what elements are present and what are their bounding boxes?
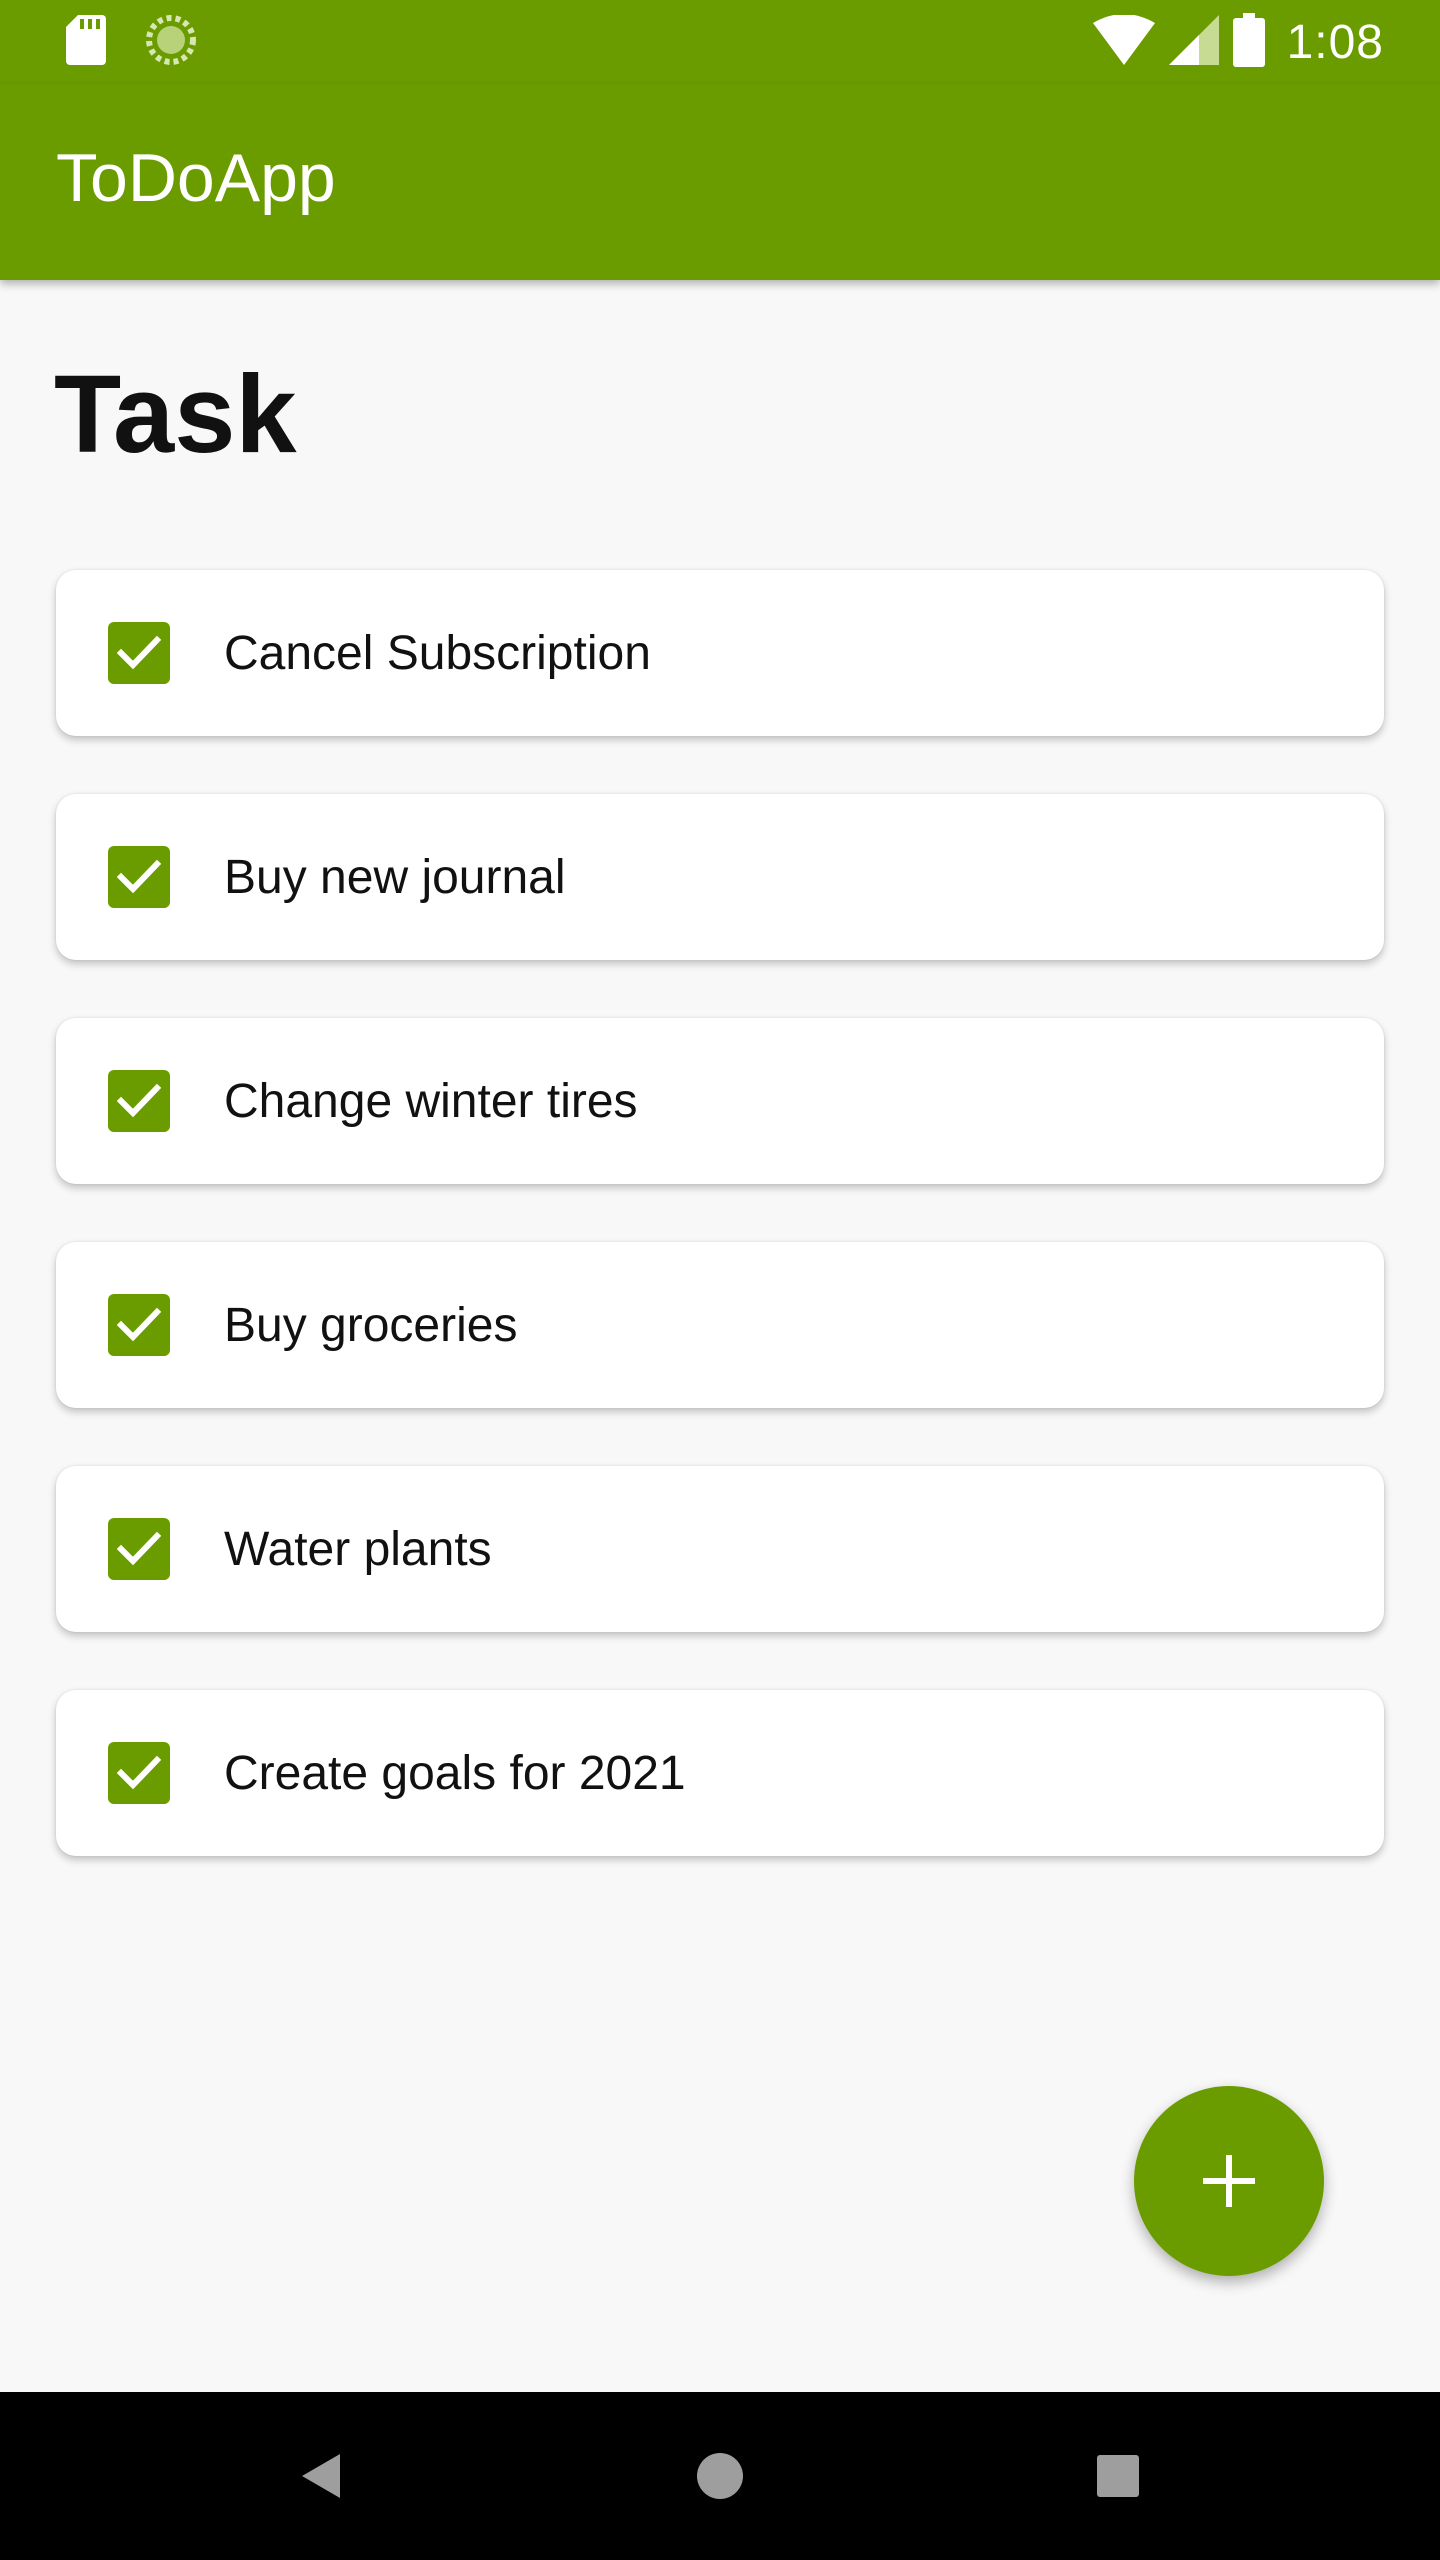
check-icon: [117, 635, 161, 670]
task-checkbox[interactable]: [108, 1518, 170, 1580]
app-title: ToDoApp: [56, 140, 336, 216]
task-checkbox[interactable]: [108, 622, 170, 684]
check-icon: [117, 1307, 161, 1342]
back-icon: [302, 2454, 340, 2498]
check-icon: [117, 1531, 161, 1566]
task-label: Water plants: [224, 1522, 492, 1576]
plus-icon: [1203, 2155, 1255, 2207]
task-checkbox[interactable]: [108, 1294, 170, 1356]
sync-icon: [146, 14, 196, 70]
task-label: Cancel Subscription: [224, 626, 651, 680]
task-label: Create goals for 2021: [224, 1746, 686, 1800]
back-button[interactable]: [281, 2436, 361, 2516]
task-item[interactable]: Water plants: [56, 1466, 1384, 1632]
main-content: Task Cancel Subscription Buy new journal: [0, 280, 1440, 2392]
task-item[interactable]: Buy new journal: [56, 794, 1384, 960]
home-button[interactable]: [680, 2436, 760, 2516]
task-list: Cancel Subscription Buy new journal Chan…: [56, 570, 1384, 1914]
task-checkbox[interactable]: [108, 1070, 170, 1132]
task-item[interactable]: Change winter tires: [56, 1018, 1384, 1184]
task-label: Buy new journal: [224, 850, 566, 904]
task-item[interactable]: Cancel Subscription: [56, 570, 1384, 736]
sd-card-icon: [66, 14, 106, 70]
status-right-icons: 1:08: [1092, 10, 1384, 74]
navigation-bar: [0, 2392, 1440, 2560]
recents-button[interactable]: [1078, 2436, 1158, 2516]
check-icon: [117, 859, 161, 894]
task-item[interactable]: Buy groceries: [56, 1242, 1384, 1408]
wifi-icon: [1092, 13, 1155, 70]
task-item[interactable]: Create goals for 2021: [56, 1690, 1384, 1856]
task-label: Buy groceries: [224, 1298, 518, 1352]
task-checkbox[interactable]: [108, 846, 170, 908]
status-time: 1:08: [1286, 15, 1384, 69]
add-task-button[interactable]: [1134, 2086, 1324, 2276]
home-icon: [697, 2453, 743, 2499]
signal-icon: [1168, 14, 1219, 70]
status-bar: 1:08: [0, 0, 1440, 84]
task-checkbox[interactable]: [108, 1742, 170, 1804]
status-left-icons: [66, 14, 196, 70]
task-label: Change winter tires: [224, 1074, 638, 1128]
recents-icon: [1097, 2455, 1139, 2497]
section-title: Task: [54, 353, 297, 476]
battery-icon: [1232, 12, 1265, 72]
check-icon: [117, 1083, 161, 1118]
app-bar: ToDoApp: [0, 84, 1440, 280]
check-icon: [117, 1755, 161, 1790]
